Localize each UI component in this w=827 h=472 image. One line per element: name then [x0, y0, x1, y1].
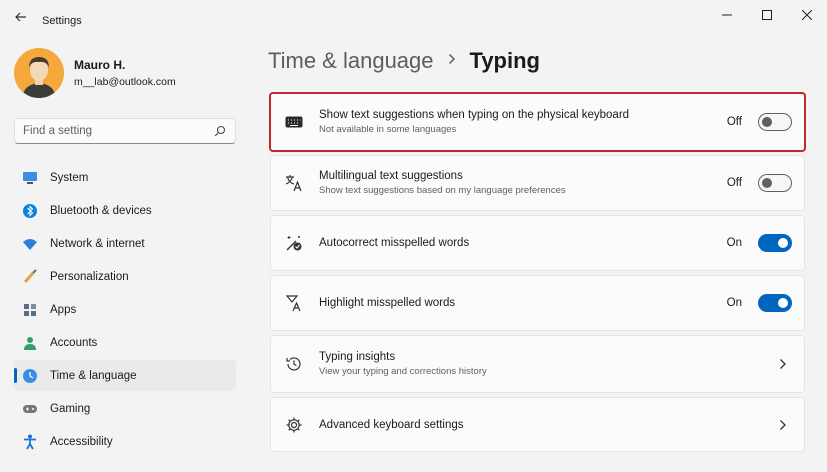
toggle-knob [762, 117, 772, 127]
setting-highlight-misspelled: Highlight misspelled words On [270, 275, 805, 331]
close-button[interactable] [787, 0, 827, 30]
sidebar-item-label: Bluetooth & devices [50, 204, 152, 217]
search-input[interactable] [23, 125, 213, 137]
bluetooth-icon [22, 203, 38, 219]
setting-multilingual-suggestions: Multilingual text suggestions Show text … [270, 155, 805, 211]
user-profile[interactable]: Mauro H. m__lab@outlook.com [14, 48, 176, 98]
history-icon [285, 355, 303, 373]
sidebar-item-label: Personalization [50, 270, 129, 283]
app-title: Settings [42, 15, 82, 27]
multilingual-toggle[interactable] [758, 174, 792, 192]
sidebar-item-accounts[interactable]: Accounts [14, 327, 236, 358]
sidebar-item-apps[interactable]: Apps [14, 294, 236, 325]
highlight-toggle[interactable] [758, 294, 792, 312]
setting-text-suggestions-physical: Show text suggestions when typing on the… [269, 92, 806, 152]
sidebar-item-label: Apps [50, 303, 77, 316]
toggle-state-label: Off [726, 177, 742, 189]
avatar [14, 48, 64, 98]
setting-advanced-keyboard[interactable]: Advanced keyboard settings [270, 397, 805, 452]
toggle-knob [778, 298, 788, 308]
sidebar-item-label: Accessibility [50, 435, 113, 448]
sidebar-item-accessibility[interactable]: Accessibility [14, 426, 236, 457]
sidebar-nav: System Bluetooth & devices Network & int… [14, 162, 236, 459]
sidebar-item-label: System [50, 171, 89, 184]
search-box[interactable] [14, 118, 236, 144]
sidebar-item-network[interactable]: Network & internet [14, 228, 236, 259]
setting-title: Highlight misspelled words [319, 297, 456, 309]
apps-icon [22, 302, 38, 318]
sidebar-item-label: Accounts [50, 336, 98, 349]
title-bar: Settings [0, 0, 827, 32]
back-arrow-icon [15, 12, 26, 22]
setting-autocorrect: Autocorrect misspelled words On [270, 215, 805, 271]
search-icon[interactable] [213, 124, 227, 138]
toggle-knob [762, 178, 772, 188]
setting-title: Advanced keyboard settings [319, 418, 464, 431]
setting-typing-insights[interactable]: Typing insights View your typing and cor… [270, 335, 805, 393]
wifi-icon [22, 236, 38, 252]
text-suggestions-toggle[interactable] [758, 113, 792, 131]
back-button[interactable] [10, 8, 32, 26]
close-icon [802, 10, 812, 20]
toggle-knob [778, 238, 788, 248]
minimize-button[interactable] [707, 0, 747, 30]
maximize-button[interactable] [747, 0, 787, 30]
setting-subtitle: View your typing and corrections history [319, 366, 487, 377]
setting-subtitle: Show text suggestions based on my langua… [319, 185, 566, 196]
chevron-right-icon [448, 52, 456, 70]
toggle-state-label: On [726, 237, 742, 249]
setting-title: Multilingual text suggestions [319, 170, 463, 182]
accessibility-icon [22, 434, 38, 450]
autocorrect-icon [285, 234, 303, 252]
setting-title: Show text suggestions when typing on the… [319, 109, 630, 121]
globe-clock-icon [22, 368, 38, 384]
gear-icon [285, 416, 303, 434]
sidebar-item-label: Time & language [50, 369, 137, 382]
sidebar-item-label: Gaming [50, 402, 91, 415]
setting-title: Autocorrect misspelled words [319, 237, 470, 249]
autocorrect-toggle[interactable] [758, 234, 792, 252]
toggle-state-label: On [726, 297, 742, 309]
sidebar-item-time-language[interactable]: Time & language [14, 360, 236, 391]
settings-window: Settings Mauro H. m__lab@outlook.com Fin… [0, 0, 827, 472]
chevron-right-icon[interactable] [776, 418, 790, 432]
translate-icon [285, 174, 303, 192]
avatar-image [14, 48, 64, 98]
gamepad-icon [22, 401, 38, 417]
profile-name: Mauro H. [74, 58, 126, 72]
page-title: Typing [469, 48, 540, 73]
maximize-icon [762, 10, 772, 20]
breadcrumb-parent[interactable]: Time & language [268, 48, 434, 74]
sidebar-item-label: Network & internet [50, 237, 145, 250]
sidebar-item-personalization[interactable]: Personalization [14, 261, 236, 292]
sidebar-item-bluetooth[interactable]: Bluetooth & devices [14, 195, 236, 226]
setting-subtitle: Not available in some languages [319, 124, 457, 135]
chevron-right-icon[interactable] [776, 357, 790, 371]
setting-title: Typing insights [319, 351, 396, 363]
brush-icon [22, 268, 38, 285]
highlight-text-icon [285, 294, 303, 312]
sidebar-item-gaming[interactable]: Gaming [14, 393, 236, 424]
breadcrumb: Time & language Typing [268, 48, 540, 74]
window-controls [707, 0, 827, 30]
keyboard-icon [285, 113, 303, 131]
sidebar-item-system[interactable]: System [14, 162, 236, 193]
monitor-icon [22, 170, 38, 186]
person-icon [22, 335, 38, 351]
toggle-state-label: Off [726, 116, 742, 128]
profile-email: m__lab@outlook.com [74, 76, 176, 88]
minimize-icon [722, 14, 732, 16]
